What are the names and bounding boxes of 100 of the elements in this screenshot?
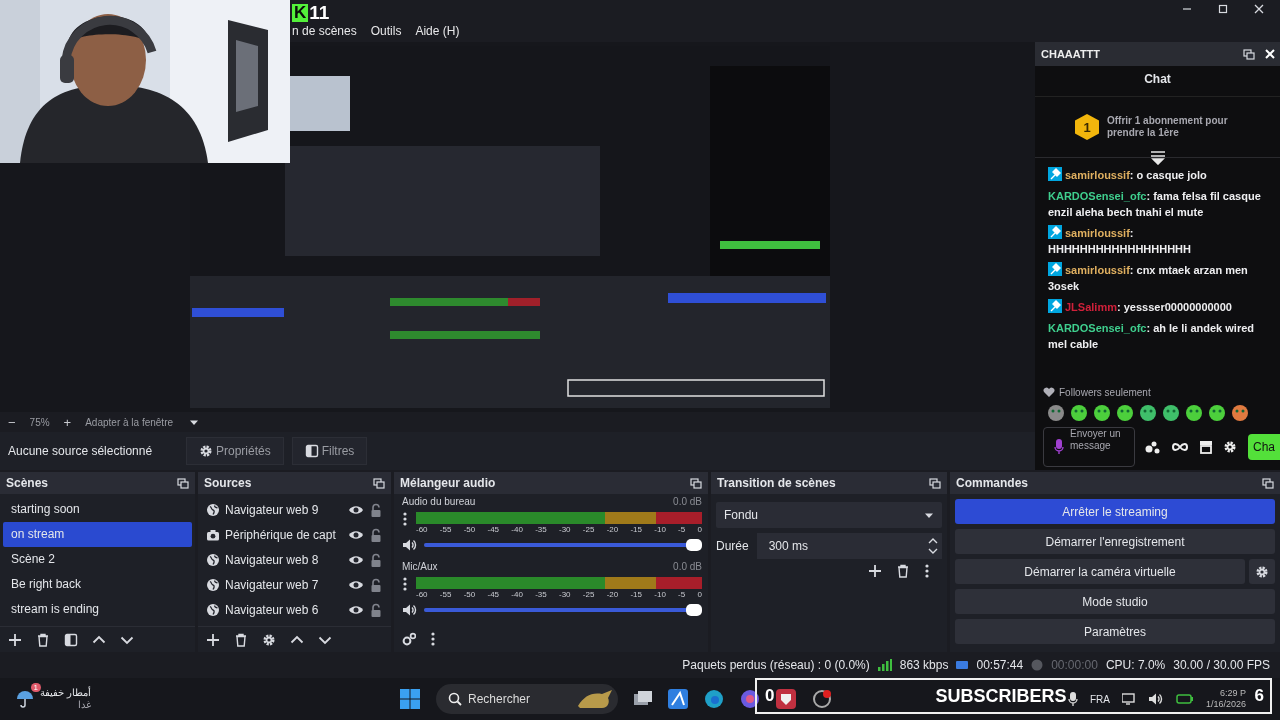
browser-icon[interactable]: [704, 689, 724, 709]
settings-icon[interactable]: [1223, 439, 1237, 454]
scene-item[interactable]: starting soon: [3, 497, 192, 522]
speaker-icon[interactable]: [402, 603, 418, 617]
control-button[interactable]: Arrêter le streaming: [955, 499, 1275, 524]
settings-button[interactable]: [1249, 559, 1275, 584]
scroll-down-icon[interactable]: [1149, 151, 1166, 165]
fit-dropdown[interactable]: Adapter à la fenêtre: [85, 416, 200, 428]
emote-icon[interactable]: [1208, 404, 1226, 422]
lock-icon[interactable]: [369, 552, 383, 567]
notification-badge: 1: [30, 683, 41, 692]
more-icon[interactable]: [402, 512, 408, 526]
lock-icon[interactable]: [369, 577, 383, 592]
chat-mode-label: Followers seulement: [1059, 387, 1151, 398]
filters-button[interactable]: Filtres: [291, 437, 368, 465]
search-field[interactable]: Rechercher: [466, 691, 572, 707]
float-icon[interactable]: [929, 477, 941, 489]
gift-badge: 1: [1075, 114, 1099, 140]
app-icon[interactable]: [668, 689, 688, 709]
float-icon[interactable]: [690, 477, 702, 489]
emote-icon[interactable]: [1162, 404, 1180, 422]
menu-item[interactable]: Aide (H): [415, 24, 460, 38]
close-icon[interactable]: [1254, 4, 1264, 14]
channel-reading: 0.0 dB: [673, 561, 702, 574]
trash-icon[interactable]: [896, 564, 910, 578]
float-icon[interactable]: [1262, 477, 1274, 489]
lock-icon[interactable]: [369, 527, 383, 542]
scale-label: -40: [511, 524, 523, 536]
chat-button[interactable]: Cha: [1248, 433, 1280, 460]
add-icon[interactable]: [868, 564, 882, 578]
subscriber-goal: 6: [1254, 686, 1264, 706]
float-icon[interactable]: [1243, 48, 1255, 60]
stream-icon: [956, 660, 969, 670]
scale-label: -5: [678, 524, 686, 536]
add-icon[interactable]: [8, 632, 22, 647]
battery-icon[interactable]: [1175, 693, 1194, 705]
caret-icon: [189, 418, 200, 426]
app-icon[interactable]: [776, 689, 796, 709]
source-item[interactable]: Périphérique de capt: [225, 527, 343, 542]
clock-time[interactable]: 6:29 P: [1219, 688, 1246, 699]
zoom-in-button[interactable]: +: [63, 414, 72, 430]
scale-label: 0: [697, 589, 702, 601]
scene-item[interactable]: Be right back: [3, 572, 192, 597]
source-item[interactable]: Navigateur web 6: [225, 602, 343, 617]
scale-label: -10: [654, 524, 666, 536]
source-item[interactable]: Navigateur web 7: [225, 577, 343, 592]
more-icon[interactable]: [924, 564, 930, 578]
menu-item[interactable]: n de scènes: [292, 24, 357, 38]
search-box[interactable]: Rechercher: [436, 684, 618, 714]
float-icon[interactable]: [177, 477, 189, 489]
search-icon: [448, 692, 462, 706]
start-icon[interactable]: [400, 689, 420, 709]
emote-icon[interactable]: [1093, 404, 1111, 422]
source-item[interactable]: Navigateur web 9: [225, 502, 343, 517]
network-icon[interactable]: [1121, 693, 1136, 705]
maximize-icon[interactable]: [1218, 4, 1228, 14]
float-icon[interactable]: [373, 477, 385, 489]
lock-icon[interactable]: [369, 502, 383, 517]
control-button[interactable]: Démarrer la caméra virtuelle: [955, 559, 1245, 584]
message-input[interactable]: Envoyer un message: [1070, 427, 1126, 466]
emote-icon[interactable]: [1231, 404, 1249, 422]
dock-title: Mélangeur audio: [400, 476, 496, 490]
emote-icon[interactable]: [1139, 404, 1157, 422]
properties-button[interactable]: Propriétés: [186, 437, 284, 465]
clock-date[interactable]: 1/16/2026: [1205, 699, 1246, 710]
logo-letter: K: [292, 4, 309, 22]
scene-item[interactable]: Scène 2: [3, 547, 192, 572]
filter-icon[interactable]: [64, 632, 78, 647]
app-icon[interactable]: [812, 689, 832, 709]
trash-icon[interactable]: [234, 632, 248, 647]
window-icon[interactable]: [634, 691, 652, 707]
logo-number: 11: [309, 3, 330, 22]
scene-item[interactable]: stream is ending: [3, 597, 192, 622]
emote-icon[interactable]: [1116, 404, 1134, 422]
speaker-icon[interactable]: [402, 538, 418, 552]
speaker-icon[interactable]: [1147, 692, 1164, 706]
cpu-usage: CPU: 7.0%: [1105, 658, 1166, 672]
add-icon[interactable]: [206, 632, 220, 647]
store-icon[interactable]: [1199, 439, 1213, 454]
trash-icon[interactable]: [36, 632, 50, 647]
duration-field[interactable]: 300 ms: [756, 533, 942, 559]
transition-select[interactable]: Fondu: [716, 502, 942, 528]
control-button[interactable]: Démarrer l'enregistrement: [955, 529, 1275, 554]
control-button[interactable]: Mode studio: [955, 589, 1275, 614]
message-box[interactable]: Envoyer un message: [1043, 426, 1135, 467]
scene-item[interactable]: on stream: [3, 522, 192, 547]
bits-icon[interactable]: [1145, 439, 1161, 454]
microphone-icon[interactable]: [1067, 692, 1078, 706]
app-icon[interactable]: [740, 689, 760, 709]
emote-icon[interactable]: [1070, 404, 1088, 422]
menu-item[interactable]: Outils: [370, 24, 402, 38]
zoom-out-button[interactable]: −: [8, 414, 16, 430]
control-button[interactable]: Paramètres: [955, 619, 1275, 644]
emote-icon[interactable]: [1047, 404, 1065, 422]
lock-icon[interactable]: [369, 602, 383, 617]
infinity-icon[interactable]: [1171, 441, 1189, 452]
language-indicator[interactable]: FRA: [1089, 693, 1110, 705]
more-icon[interactable]: [402, 577, 408, 591]
source-item[interactable]: Navigateur web 8: [225, 552, 343, 567]
emote-icon[interactable]: [1185, 404, 1203, 422]
